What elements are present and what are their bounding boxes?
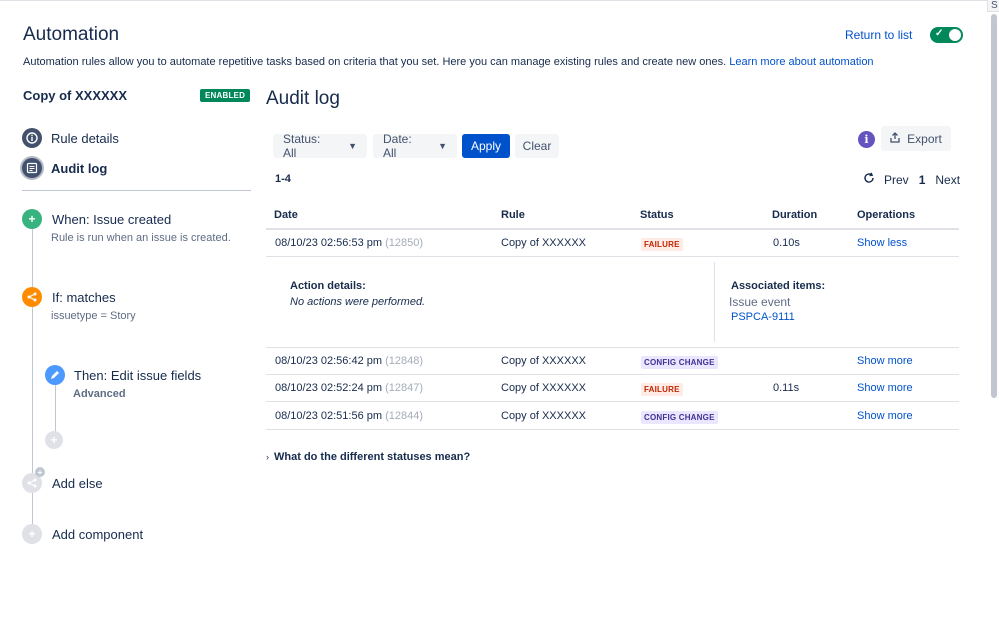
export-icon	[890, 131, 900, 146]
status-filter-label: Status: All	[283, 132, 321, 160]
row-divider	[266, 429, 959, 430]
trigger-subtitle: Rule is run when an issue is created.	[51, 232, 231, 244]
pencil-icon[interactable]	[45, 365, 65, 385]
date-text: 08/10/23 02:51:56 pm	[275, 410, 383, 422]
export-label: Export	[907, 131, 942, 146]
next-button[interactable]: Next	[935, 173, 960, 187]
result-range: 1-4	[275, 173, 291, 185]
chevron-right-icon: ›	[266, 452, 269, 462]
column-header-status: Status	[640, 209, 674, 221]
log-id: (12848)	[385, 355, 424, 367]
details-divider	[714, 262, 715, 342]
refresh-icon[interactable]	[863, 172, 875, 187]
page-description: Automation rules allow you to automate r…	[23, 56, 874, 68]
learn-more-link[interactable]: Learn more about automation	[729, 56, 873, 68]
top-border	[0, 0, 999, 1]
prev-button[interactable]: Prev	[884, 173, 909, 187]
rule-enabled-toggle[interactable]: ✓	[930, 27, 963, 43]
status-lozenge: FAILURE	[641, 238, 683, 251]
column-header-duration: Duration	[772, 209, 818, 221]
show-more-link[interactable]: Show more	[857, 382, 913, 394]
show-more-link[interactable]: Show more	[857, 355, 913, 367]
branch-icon[interactable]	[22, 287, 42, 307]
info-icon	[22, 128, 42, 148]
status-lozenge: CONFIG CHANGE	[641, 356, 718, 369]
action-details-value: No actions were performed.	[290, 296, 426, 308]
toggle-knob	[949, 29, 961, 41]
associated-items-label: Associated items:	[731, 280, 826, 292]
add-component-label[interactable]: Add component	[52, 527, 143, 542]
sidebar-divider	[22, 190, 251, 191]
row-date: 08/10/23 02:56:53 pm (12850)	[275, 237, 423, 249]
row-divider	[266, 256, 959, 257]
clear-button[interactable]: Clear	[515, 134, 559, 158]
condition-title[interactable]: If: matches	[52, 290, 116, 305]
sidebar-item-audit-log[interactable]: Audit log	[22, 158, 107, 178]
statuses-faq-expander[interactable]: › What do the different statuses mean?	[266, 451, 470, 463]
associated-item-type: Issue event	[729, 295, 791, 309]
faq-label: What do the different statuses mean?	[274, 451, 471, 463]
action-subtitle: Advanced	[73, 388, 126, 400]
column-header-operations: Operations	[857, 209, 916, 221]
log-id: (12847)	[385, 382, 424, 394]
plus-icon[interactable]: +	[22, 209, 42, 229]
column-header-rule: Rule	[501, 209, 525, 221]
check-icon: ✓	[935, 28, 944, 39]
add-action-icon[interactable]: +	[45, 431, 63, 449]
sidebar-item-rule-details[interactable]: Rule details	[22, 128, 119, 148]
action-title[interactable]: Then: Edit issue fields	[74, 368, 201, 383]
description-text: Automation rules allow you to automate r…	[23, 56, 727, 68]
add-component-icon[interactable]: +	[22, 524, 42, 544]
vertical-scrollbar[interactable]	[991, 14, 997, 398]
status-lozenge: FAILURE	[641, 383, 683, 396]
chevron-down-icon: ▼	[348, 141, 357, 151]
apply-button[interactable]: Apply	[462, 134, 510, 158]
date-filter-label: Date: All	[383, 132, 412, 160]
issue-link[interactable]: PSPCA-9111	[731, 311, 795, 323]
sidebar-item-label: Rule details	[51, 130, 119, 146]
row-date: 08/10/23 02:52:24 pm (12847)	[275, 382, 423, 394]
row-duration: 0.10s	[773, 237, 800, 249]
action-details-label: Action details:	[290, 280, 366, 292]
date-text: 08/10/23 02:52:24 pm	[275, 382, 383, 394]
row-rule: Copy of XXXXXX	[501, 355, 586, 367]
table-header-divider	[266, 228, 959, 230]
add-else-label[interactable]: Add else	[52, 476, 103, 491]
status-badge: ENABLED	[200, 89, 251, 102]
section-title: Audit log	[266, 88, 340, 109]
show-more-link[interactable]: Show more	[857, 410, 913, 422]
chevron-down-icon: ▼	[438, 141, 447, 151]
page-number[interactable]: 1	[919, 173, 926, 187]
plus-small-icon: +	[35, 467, 45, 477]
row-rule: Copy of XXXXXX	[501, 410, 586, 422]
show-less-link[interactable]: Show less	[857, 237, 907, 249]
column-header-date: Date	[274, 209, 298, 221]
list-icon	[22, 158, 42, 178]
trigger-title[interactable]: When: Issue created	[52, 212, 171, 227]
export-button[interactable]: Export	[881, 126, 951, 151]
row-divider	[266, 401, 959, 402]
sidebar-item-label: Audit log	[51, 160, 108, 176]
row-duration: 0.11s	[773, 382, 800, 394]
row-rule: Copy of XXXXXX	[501, 237, 586, 249]
pagination: Prev 1 Next	[863, 172, 960, 187]
info-icon[interactable]: i	[858, 131, 875, 148]
condition-subtitle: issuetype = Story	[51, 310, 136, 322]
row-date: 08/10/23 02:56:42 pm (12848)	[275, 355, 423, 367]
date-text: 08/10/23 02:56:42 pm	[275, 355, 383, 367]
status-filter-dropdown[interactable]: Status: All ▼	[273, 132, 367, 160]
return-to-list-link[interactable]: Return to list	[845, 28, 912, 42]
status-lozenge: CONFIG CHANGE	[641, 411, 718, 424]
row-divider	[266, 374, 959, 375]
page-title: Automation	[23, 24, 120, 45]
log-id: (12850)	[385, 237, 424, 249]
rule-name: Copy of XXXXXX	[23, 88, 128, 103]
date-text: 08/10/23 02:56:53 pm	[275, 237, 383, 249]
corner-tab[interactable]: S	[987, 0, 999, 12]
row-rule: Copy of XXXXXX	[501, 382, 586, 394]
row-divider	[266, 347, 959, 348]
log-id: (12844)	[385, 410, 424, 422]
date-filter-dropdown[interactable]: Date: All ▼	[373, 132, 457, 160]
row-date: 08/10/23 02:51:56 pm (12844)	[275, 410, 423, 422]
